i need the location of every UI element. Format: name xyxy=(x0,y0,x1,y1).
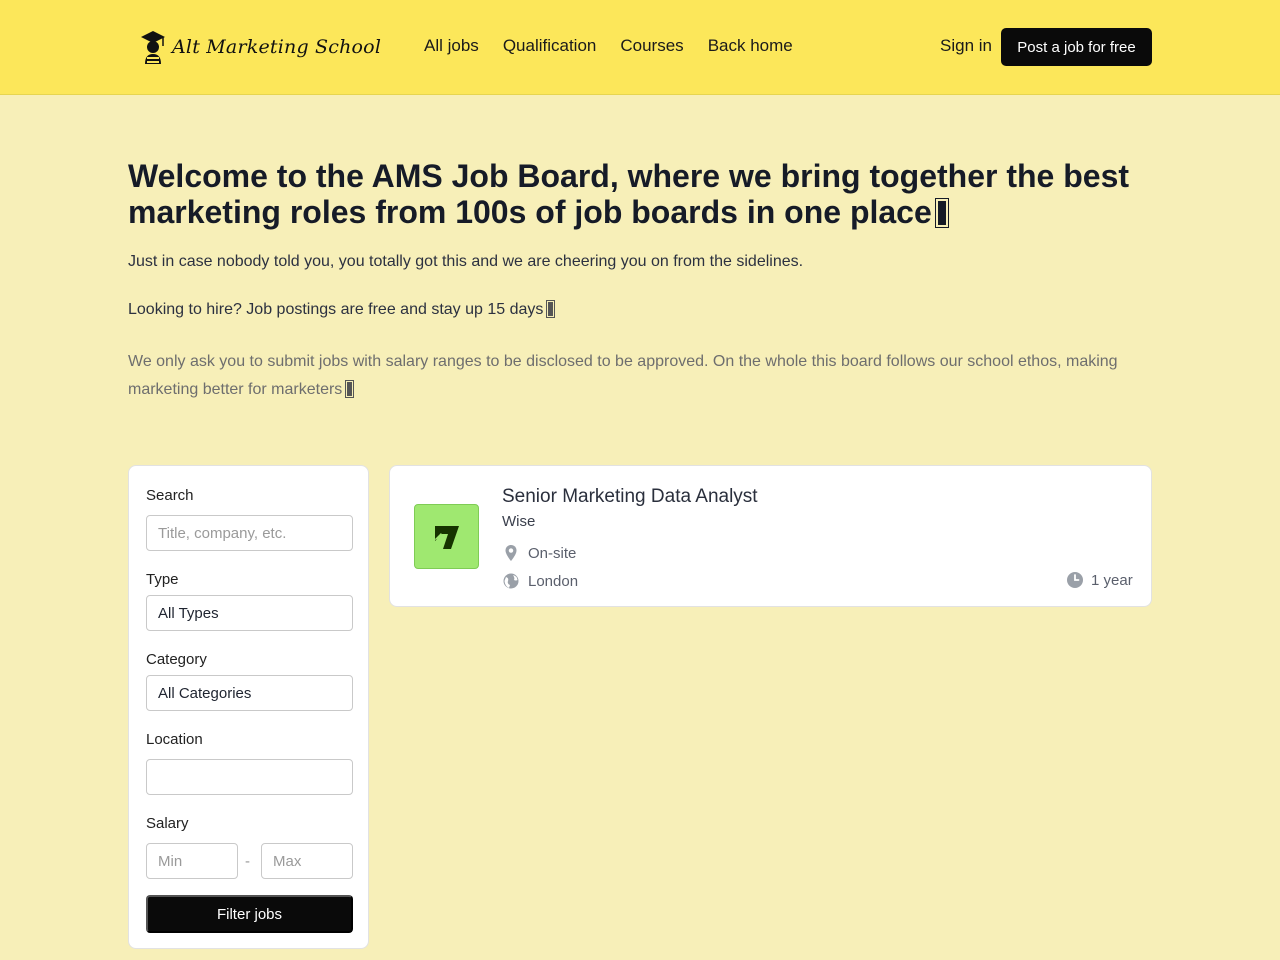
sign-in-link[interactable]: Sign in xyxy=(940,36,992,56)
category-label: Category xyxy=(146,651,207,668)
graduation-cap-icon xyxy=(140,28,166,66)
posted-age: 1 year xyxy=(1066,571,1133,589)
job-location: London xyxy=(528,572,579,590)
main-nav: All jobs Qualification Courses Back home xyxy=(424,36,793,56)
hire-text-content: Looking to hire? Job postings are free a… xyxy=(128,301,544,318)
salary-max-placeholder: Max xyxy=(273,852,302,870)
emoji-placeholder-icon xyxy=(934,198,949,228)
clock-icon xyxy=(1066,571,1084,589)
ethos-text-content: We only ask you to submit jobs with sala… xyxy=(128,353,1118,398)
ethos-text: We only ask you to submit jobs with sala… xyxy=(128,348,1138,404)
type-label: Type xyxy=(146,571,179,588)
job-card[interactable]: Senior Marketing Data Analyst Wise On-si… xyxy=(389,465,1152,607)
salary-max-input[interactable]: Max xyxy=(261,843,353,879)
workplace-type: On-site xyxy=(528,544,577,562)
workplace-meta: On-site xyxy=(502,544,576,562)
page-title: Welcome to the AMS Job Board, where we b… xyxy=(128,158,1138,230)
type-select-value: All Types xyxy=(158,604,219,622)
nav-back-home[interactable]: Back home xyxy=(708,36,793,56)
emoji-placeholder-icon xyxy=(546,300,556,318)
type-select[interactable]: All Types xyxy=(146,595,353,631)
hire-text: Looking to hire? Job postings are free a… xyxy=(128,300,556,319)
salary-label: Salary xyxy=(146,815,189,832)
intro-text: Just in case nobody told you, you totall… xyxy=(128,253,804,270)
company-name: Wise xyxy=(502,513,536,530)
salary-min-input[interactable]: Min xyxy=(146,843,238,879)
category-select[interactable]: All Categories xyxy=(146,675,353,711)
search-label: Search xyxy=(146,487,194,504)
salary-min-placeholder: Min xyxy=(158,852,183,870)
post-job-button[interactable]: Post a job for free xyxy=(1001,28,1152,66)
posted-age-text: 1 year xyxy=(1091,571,1133,589)
logo-text: Alt Marketing School xyxy=(172,36,382,58)
nav-courses[interactable]: Courses xyxy=(620,36,683,56)
job-title[interactable]: Senior Marketing Data Analyst xyxy=(502,486,758,508)
category-select-value: All Categories xyxy=(158,684,252,702)
nav-all-jobs[interactable]: All jobs xyxy=(424,36,479,56)
wise-logo-icon xyxy=(414,504,479,569)
site-header: Alt Marketing School All jobs Qualificat… xyxy=(0,0,1280,95)
location-meta: London xyxy=(502,572,578,590)
filter-panel: Search Title, company, etc. Type All Typ… xyxy=(128,465,369,949)
nav-qualification[interactable]: Qualification xyxy=(503,36,597,56)
location-input[interactable] xyxy=(146,759,353,795)
map-pin-icon xyxy=(502,544,520,562)
salary-separator: - xyxy=(245,853,250,870)
page-title-text: Welcome to the AMS Job Board, where we b… xyxy=(128,158,1130,230)
search-input[interactable]: Title, company, etc. xyxy=(146,515,353,551)
globe-icon xyxy=(502,572,520,590)
logo[interactable]: Alt Marketing School xyxy=(140,28,381,66)
emoji-placeholder-icon xyxy=(345,380,355,398)
location-label: Location xyxy=(146,731,203,748)
filter-jobs-button[interactable]: Filter jobs xyxy=(146,895,353,933)
search-placeholder: Title, company, etc. xyxy=(158,524,287,542)
